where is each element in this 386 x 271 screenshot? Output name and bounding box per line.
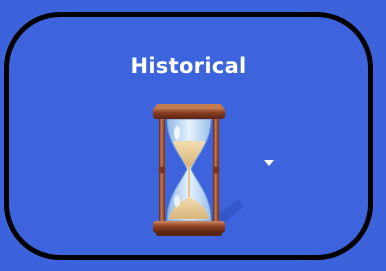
hourglass-icon [151, 103, 243, 239]
dropdown-button[interactable] [262, 157, 276, 169]
chevron-down-icon [264, 160, 274, 166]
historical-tile[interactable]: Historical [4, 12, 373, 260]
tile-title: Historical [130, 54, 247, 78]
